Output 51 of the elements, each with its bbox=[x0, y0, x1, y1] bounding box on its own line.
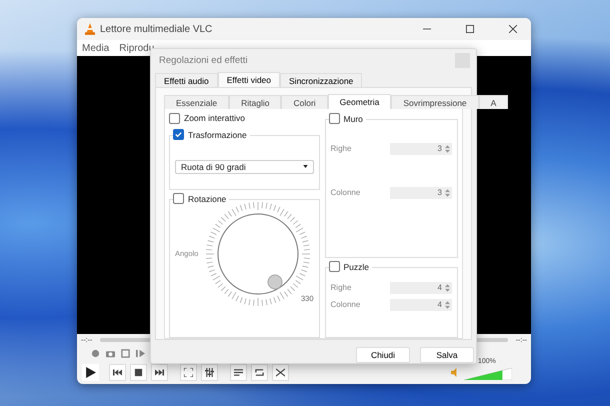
spin-box[interactable]: 4 bbox=[390, 282, 452, 294]
equalizer-icon[interactable] bbox=[201, 364, 218, 380]
checkbox-label: Muro bbox=[344, 114, 363, 124]
menu-item[interactable]: Media bbox=[82, 42, 110, 54]
checkbox-label: Rotazione bbox=[188, 194, 226, 204]
tab[interactable]: Effetti audio bbox=[155, 72, 218, 87]
loop-ab-icon[interactable] bbox=[121, 348, 130, 358]
tab[interactable]: Geometria bbox=[328, 94, 392, 109]
field-label: Righe bbox=[330, 283, 352, 292]
tab[interactable]: Colori bbox=[281, 94, 328, 109]
checkbox[interactable] bbox=[169, 112, 180, 124]
tab[interactable]: Ritaglio bbox=[229, 94, 282, 109]
save-button[interactable]: Salva bbox=[420, 347, 474, 363]
play-button[interactable] bbox=[82, 364, 99, 380]
close-button[interactable]: Chiudi bbox=[356, 347, 410, 363]
maximize-icon[interactable] bbox=[466, 25, 474, 33]
tab[interactable]: Effetti video bbox=[218, 72, 280, 87]
shuffle-icon[interactable] bbox=[272, 364, 289, 380]
caret-icon bbox=[302, 165, 308, 168]
fullscreen-icon[interactable] bbox=[180, 364, 197, 380]
window-title: Lettore multimediale VLC bbox=[100, 24, 212, 34]
tab[interactable]: Sincronizzazione bbox=[280, 72, 362, 87]
field-label: Colonne bbox=[330, 300, 360, 310]
tab[interactable]: Sovrimpressione bbox=[391, 94, 479, 109]
checkbox-label: Zoom interattivo bbox=[184, 113, 245, 124]
camera-icon[interactable] bbox=[106, 348, 115, 358]
previous-icon[interactable] bbox=[109, 364, 126, 380]
tab[interactable]: A bbox=[478, 94, 508, 109]
transform-dropdown[interactable]: Ruota di 90 gradi bbox=[175, 160, 314, 174]
spin-box[interactable]: 3 bbox=[390, 186, 452, 199]
record-icon[interactable] bbox=[91, 348, 100, 358]
field-label: Righe bbox=[330, 144, 352, 154]
spin-box[interactable]: 4 bbox=[390, 298, 452, 311]
close-icon[interactable] bbox=[509, 25, 517, 33]
dialog-title: Regolazioni ed effetti bbox=[159, 54, 248, 66]
tab[interactable]: Essenziale bbox=[164, 94, 230, 109]
stop-icon[interactable] bbox=[130, 364, 147, 380]
checkbox[interactable] bbox=[173, 193, 184, 204]
checkbox[interactable] bbox=[328, 113, 340, 124]
menu-item[interactable]: Riprodu bbox=[119, 42, 154, 54]
next-icon[interactable] bbox=[151, 364, 168, 380]
loop-icon[interactable] bbox=[251, 364, 268, 380]
playlist-icon[interactable] bbox=[230, 364, 247, 380]
checkbox-label: Puzzle bbox=[344, 262, 370, 272]
frame-step-icon[interactable] bbox=[136, 348, 145, 358]
checkbox-label: Trasformazione bbox=[188, 130, 247, 140]
spin-box[interactable]: 3 bbox=[390, 142, 452, 155]
traffic-cone-icon bbox=[85, 23, 95, 35]
field-label: Colonne bbox=[330, 188, 360, 198]
checkbox[interactable] bbox=[173, 129, 184, 140]
checkbox[interactable] bbox=[328, 261, 340, 272]
